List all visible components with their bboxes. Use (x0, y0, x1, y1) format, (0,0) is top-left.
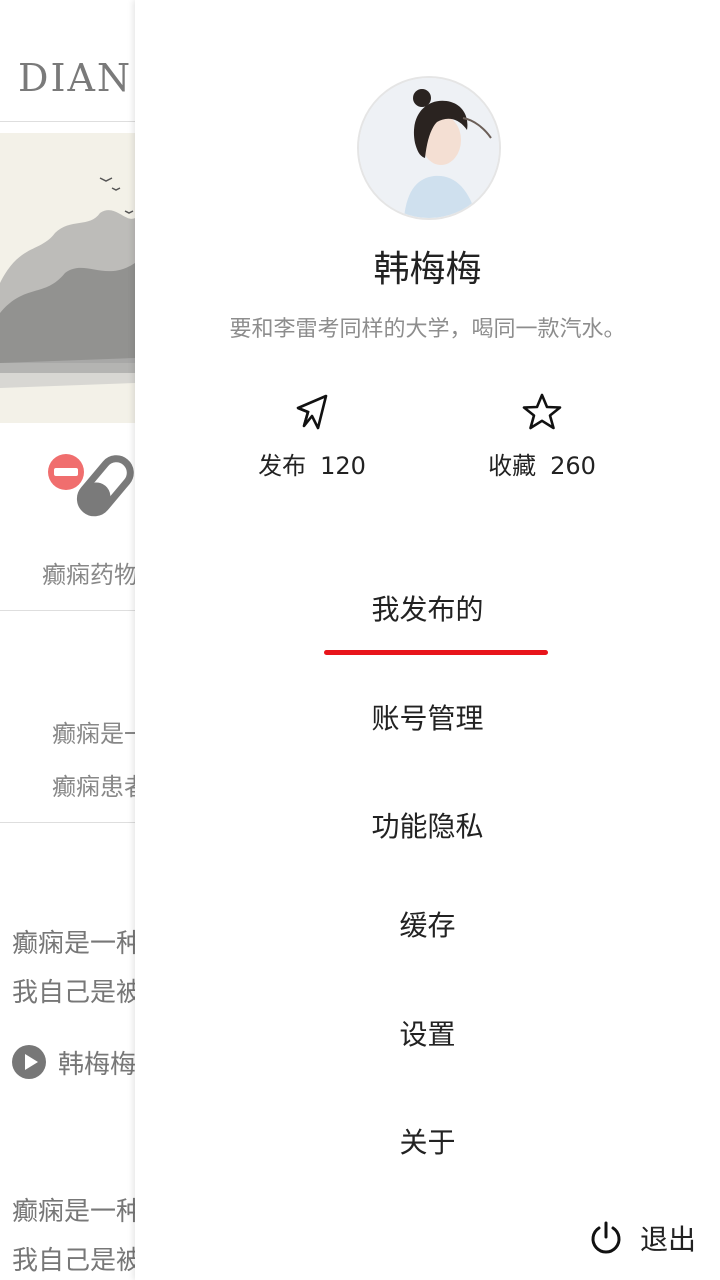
avatar[interactable] (357, 76, 501, 220)
drug-label: 癫痫药物 (42, 561, 138, 589)
menu-label: 功能隐私 (371, 810, 484, 843)
stat-value: 120 (320, 452, 366, 480)
post-text: 我自己是被 (12, 978, 143, 1008)
post-text: 癫痫是一种 (12, 929, 143, 959)
divider (0, 610, 135, 611)
menu-label: 账号管理 (371, 702, 484, 735)
menu-item-cache[interactable]: 缓存 (135, 904, 720, 944)
active-indicator (324, 650, 548, 655)
menu-label: 缓存 (399, 909, 456, 942)
power-icon (591, 1221, 621, 1254)
profile-bio: 要和李雷考同样的大学，喝同一款汽水。 (229, 317, 626, 342)
star-icon (452, 392, 632, 432)
menu-label: 我发布的 (371, 593, 484, 626)
post-text: 我自己是被 (12, 1246, 143, 1276)
play-icon[interactable] (12, 1045, 46, 1079)
stat-favorites[interactable]: 收藏 260 (452, 392, 632, 481)
profile-name: 韩梅梅 (373, 249, 482, 290)
stat-posts[interactable]: 发布 120 (222, 392, 402, 481)
card-text: 癫痫患者 (52, 773, 148, 801)
stat-label: 发布 (258, 452, 307, 480)
side-drawer: 韩梅梅 要和李雷考同样的大学，喝同一款汽水。 发布 120 收藏 260 我发布的 … (135, 0, 720, 1280)
post-author: 韩梅梅 (58, 1050, 137, 1080)
logout-button[interactable]: 退出 (588, 1218, 696, 1258)
menu-item-privacy[interactable]: 功能隐私 (135, 805, 720, 845)
divider (0, 822, 135, 823)
menu-item-account[interactable]: 账号管理 (135, 697, 720, 737)
card-text: 癫痫是一 (52, 720, 148, 748)
menu-item-about[interactable]: 关于 (135, 1121, 720, 1161)
menu-label: 设置 (399, 1018, 456, 1051)
menu-item-my-posts[interactable]: 我发布的 (135, 588, 720, 628)
banner-image[interactable] (0, 133, 135, 423)
menu-item-settings[interactable]: 设置 (135, 1013, 720, 1053)
post-text: 癫痫是一种 (12, 1197, 143, 1227)
app-logo: DIAN (18, 56, 133, 100)
stat-value: 260 (550, 452, 596, 480)
pill-icon (46, 452, 135, 526)
menu-label: 关于 (399, 1126, 456, 1159)
logout-label: 退出 (639, 1223, 696, 1256)
stat-label: 收藏 (488, 452, 537, 480)
cursor-icon (222, 392, 402, 432)
divider (0, 121, 135, 122)
